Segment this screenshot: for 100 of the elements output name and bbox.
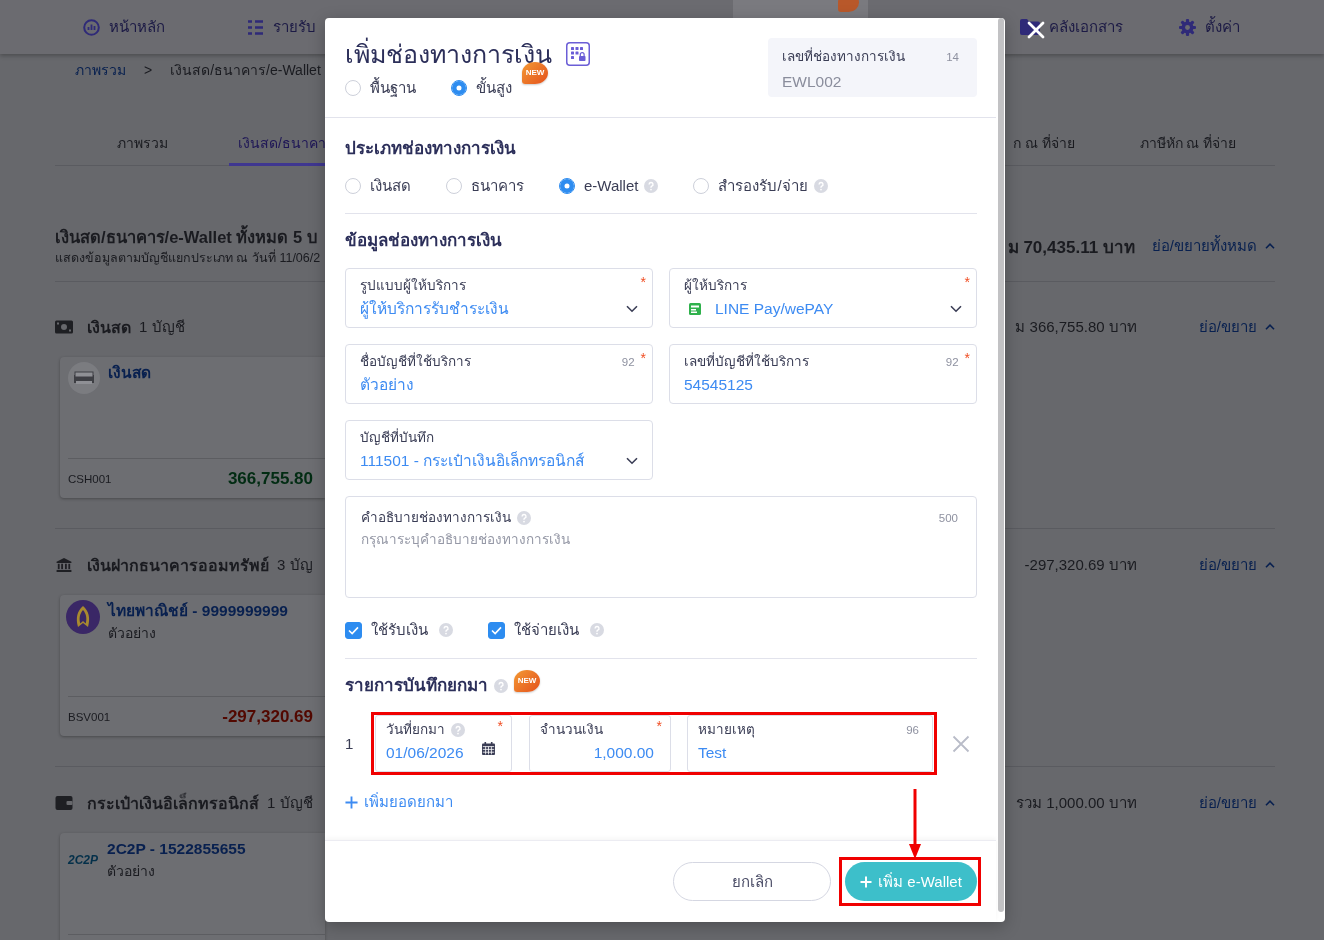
radio-option[interactable]: ขั้นสูง	[451, 78, 512, 98]
code-field[interactable]: เลขที่ช่องทางการเงิน 14 EWL002	[768, 38, 977, 97]
input-field[interactable]: ชื่อบัญชีที่ใช้บริการ 92 * ตัวอย่าง	[345, 344, 653, 404]
group-total: ม 366,755.80 บาท	[1015, 317, 1137, 337]
character-counter: 92	[621, 355, 635, 370]
tab[interactable]: ก ณ ที่จ่าย	[1005, 110, 1101, 166]
nav-item[interactable]: รายรับ	[247, 15, 316, 39]
checkbox-icon[interactable]	[345, 621, 362, 639]
radio-icon[interactable]	[446, 178, 462, 194]
account-code: CSH001	[68, 472, 112, 485]
checkbox-option[interactable]: ใช้รับเงิน	[345, 620, 428, 640]
radio-option[interactable]: พื้นฐาน	[345, 78, 416, 98]
group-total: รวม 1,000.00 บาท	[1016, 793, 1137, 813]
breadcrumb-separator: >	[144, 61, 153, 80]
help-icon[interactable]	[451, 723, 465, 737]
field-label: รูปแบบผู้ให้บริการ	[360, 277, 466, 296]
tab[interactable]: ภาษีหัก ณ ที่จ่าย	[1101, 110, 1275, 166]
account-name-link[interactable]: ไทยพาณิชย์ - 9999999999	[108, 600, 288, 622]
required-mark: *	[656, 720, 662, 732]
field-label: ผู้ให้บริการ	[684, 277, 747, 296]
dropdown-field[interactable]: รูปแบบผู้ให้บริการ * ผู้ให้บริการรับชำระเงิน	[345, 268, 653, 328]
required-mark: *	[640, 276, 646, 288]
character-counter: 500	[938, 511, 958, 526]
help-icon[interactable]	[439, 623, 453, 637]
group-title: กระเป๋าเงินอิเล็กทรอนิกส์	[87, 791, 259, 814]
checkbox-icon[interactable]	[488, 621, 505, 639]
radio-option[interactable]: ธนาคาร	[446, 176, 524, 196]
chevron-down-icon	[626, 457, 638, 465]
radio-icon[interactable]	[451, 80, 467, 96]
tab[interactable]: ภาพรวม	[55, 110, 229, 166]
toggle-link[interactable]: ย่อ/ขยายทั้งหมด	[1151, 234, 1275, 258]
account-balance: 366,755.80	[227, 468, 313, 489]
breadcrumb-link[interactable]: ภาพรวม	[75, 60, 126, 80]
radio-icon[interactable]	[345, 80, 361, 96]
cancel-button[interactable]: ยกเลิก	[673, 862, 831, 901]
required-mark: *	[964, 352, 970, 364]
radio-option[interactable]: สำรองรับ/จ่าย	[693, 176, 808, 196]
help-icon[interactable]	[494, 679, 508, 693]
account-detail: ตัวอย่าง	[107, 862, 157, 881]
settings-icon	[1179, 18, 1196, 36]
group-title: เงินสด	[87, 317, 131, 338]
section-title: รายการบันทึกยกมา	[345, 675, 488, 697]
banknote-icon	[55, 320, 73, 334]
help-icon[interactable]	[517, 511, 531, 525]
textarea-field[interactable]: คำอธิบายช่องทางการเงิน 500 กรุณาระบุคำอธิบายช่องทางการเงิน	[345, 496, 977, 598]
toggle-link[interactable]: ย่อ/ขยาย	[1198, 315, 1275, 339]
character-counter: 96	[906, 723, 919, 738]
character-counter: 14	[946, 50, 959, 65]
account-card[interactable]: เงินสด CSH001 366,755.80	[60, 357, 325, 498]
add-entry-link[interactable]: เพิ่มยอดยกมา	[345, 790, 453, 814]
summary-total: ม 70,435.11 บาท	[1007, 236, 1135, 259]
add-wallet-button[interactable]: เพิ่ม e-Wallet	[845, 862, 977, 901]
help-icon[interactable]	[644, 179, 659, 193]
nav-item[interactable]: คลังเอกสาร	[1020, 15, 1123, 39]
keypad-lock-icon[interactable]	[566, 42, 590, 66]
account-name-link[interactable]: เงินสด	[108, 362, 151, 384]
account-card[interactable]: ไทยพาณิชย์ - 9999999999 ตัวอย่าง BSV001 -297,320.69	[60, 595, 325, 736]
calendar-icon[interactable]	[482, 741, 495, 755]
summary-title: เงินสด/ธนาคาร/e-Wallet ทั้งหมด 5 บ	[55, 225, 321, 249]
plus-icon	[345, 795, 358, 809]
scrollbar-thumb[interactable]	[997, 18, 1004, 912]
note-field[interactable]: หมายเหตุ 96 Test	[687, 715, 933, 772]
required-mark: *	[964, 276, 970, 288]
breadcrumb-current: เงินสด/ธนาคาร/e-Wallet	[170, 61, 321, 80]
radio-icon[interactable]	[693, 178, 710, 194]
toggle-link[interactable]: ย่อ/ขยาย	[1198, 553, 1275, 577]
nav-item-highlight[interactable]	[733, 0, 868, 18]
required-mark: *	[640, 352, 646, 364]
required-mark: *	[497, 720, 503, 732]
row-number: 1	[345, 735, 355, 752]
field-label: ชื่อบัญชีที่ใช้บริการ	[360, 352, 471, 371]
date-field[interactable]: วันที่ยกมา * 01/06/2026	[375, 715, 512, 772]
folder-icon	[1020, 19, 1040, 35]
dropdown-field[interactable]: บัญชีที่บันทึก 111501 - กระเป๋าเงินอิเล็กทรอนิกส์	[345, 420, 653, 480]
field-label: เลขที่บัญชีที่ใช้บริการ	[684, 352, 809, 371]
logo-text: 2C2P	[68, 853, 99, 868]
account-name-link[interactable]: 2C2P - 1522855655	[107, 838, 246, 860]
character-counter: 92	[945, 355, 959, 370]
radio-icon[interactable]	[345, 178, 361, 194]
field-label: เลขที่ช่องทางการเงิน	[782, 48, 905, 66]
account-count: 1 บัญชี	[139, 317, 185, 337]
radio-option[interactable]: e-Wallet	[559, 176, 639, 196]
field-label: บัญชีที่บันทึก	[360, 428, 434, 447]
chevron-down-icon	[626, 305, 638, 313]
toggle-link[interactable]: ย่อ/ขยาย	[1198, 791, 1275, 815]
radio-icon[interactable]	[559, 178, 575, 194]
input-field[interactable]: เลขที่บัญชีที่ใช้บริการ 92 * 54545125	[669, 344, 977, 404]
section-title: ข้อมูลช่องทางการเงิน	[345, 230, 503, 252]
checkbox-option[interactable]: ใช้จ่ายเงิน	[488, 620, 579, 640]
dropdown-field[interactable]: ผู้ให้บริการ * LINE Pay/wePAY	[669, 268, 977, 328]
help-icon[interactable]	[590, 623, 604, 637]
radio-option[interactable]: เงินสด	[345, 176, 411, 196]
help-icon[interactable]	[813, 179, 828, 193]
amount-field[interactable]: จำนวนเงิน * 1,000.00	[529, 715, 671, 772]
new-badge: NEW	[514, 670, 540, 692]
nav-item[interactable]: ตั้งค่า	[1179, 15, 1240, 39]
nav-item[interactable]: หน้าหลัก	[83, 15, 165, 39]
field-label: หมายเหตุ	[698, 721, 755, 740]
chevron-down-icon	[950, 305, 962, 313]
bank-icon	[55, 558, 73, 572]
